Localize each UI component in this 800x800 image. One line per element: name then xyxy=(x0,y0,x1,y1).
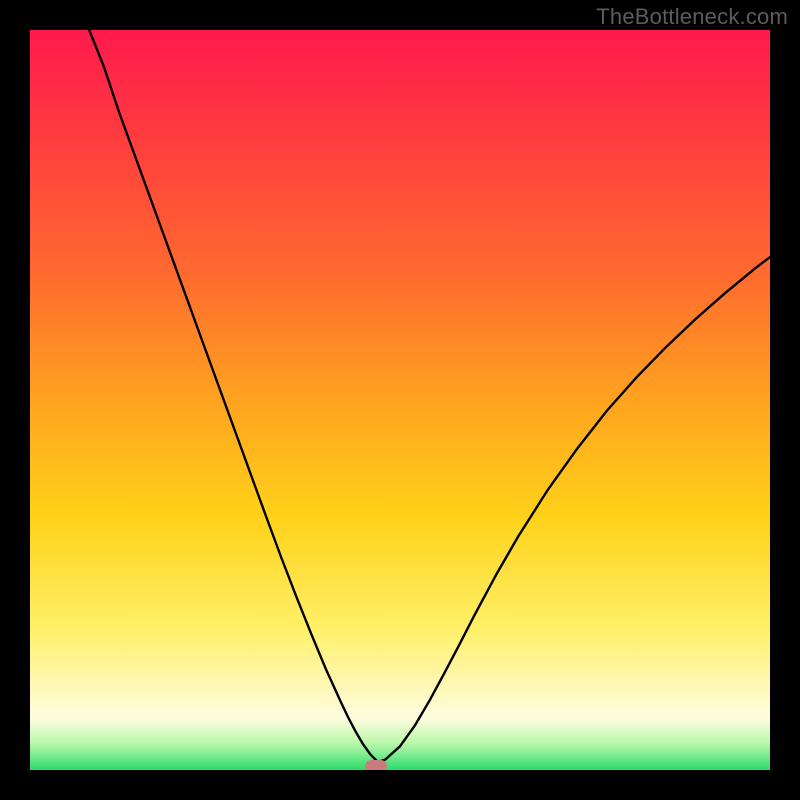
chart-frame: TheBottleneck.com xyxy=(0,0,800,800)
plot-area xyxy=(30,30,770,770)
curve-layer xyxy=(30,30,770,770)
watermark-text: TheBottleneck.com xyxy=(596,4,788,30)
bottleneck-curve xyxy=(89,30,770,762)
min-marker xyxy=(365,760,387,770)
